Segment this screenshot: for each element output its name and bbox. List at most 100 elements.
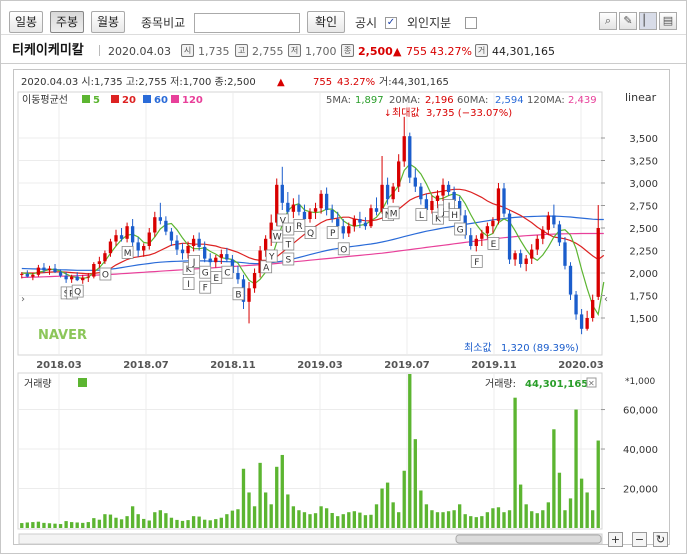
volume-bar [524,504,528,528]
volume-bar [81,522,85,528]
zoom-in-button[interactable]: + [608,532,623,547]
volume-bar [164,513,168,528]
volume-bar [297,510,301,528]
event-marker-label: Y [268,253,275,263]
volume-bar [563,510,567,528]
candle-body [142,246,146,251]
scroll-right-icon[interactable]: ‹ [604,294,608,305]
candle-body [579,314,584,329]
event-marker-label: J [192,258,196,268]
candle-body [491,220,495,227]
candle-body [25,273,29,277]
volume-bar [336,516,340,528]
candle-body [518,253,523,264]
volume-bar [153,512,157,528]
price-tick-label: 1,500 [629,314,658,325]
candle-body [180,249,185,254]
volume-bar [275,466,279,528]
candle-body [513,253,517,260]
event-marker-label: I [187,280,190,290]
ma120-period: 120 [182,95,203,106]
volume-bar [269,504,273,528]
event-marker-label: O [340,245,347,255]
volume-bar [452,510,456,528]
brand-logo: NAVER [38,328,87,343]
candle-body [408,136,412,178]
max-label: 최대값 [392,107,420,119]
candle-body [308,211,312,219]
volume-bar [446,511,451,528]
volume-bar [263,492,268,528]
candle-body [446,184,451,192]
price-volume-chart[interactable]: SRQOMKJIGFECBAYWVUTSRQPONMLKJIHGFE 1,500… [1,1,687,554]
event-marker-label: G [202,269,209,279]
event-marker-label: E [213,274,219,284]
volume-bar [47,523,52,528]
volume-bar [347,512,351,528]
volume-bar [363,515,368,528]
scrollbar-thumb[interactable] [455,534,602,544]
volume-bar [252,506,257,528]
candle-body [64,275,68,280]
candle-body [535,238,539,250]
volume-bar [31,522,35,528]
candle-body [92,264,96,277]
ma-legend-label: 이동평균선 [22,94,68,106]
price-tick-label: 2,000 [629,269,658,280]
volume-bar [291,506,296,528]
candle-body [114,235,118,242]
volume-current-value: 44,301,165 [525,379,588,390]
volume-bar [491,508,495,528]
volume-bar [546,502,551,528]
event-marker-label: W [273,233,282,243]
volume-unit: *1,000 [625,377,656,387]
ma20-period: 20 [122,95,136,106]
candle-body [585,318,589,329]
min-value: 1,320 (89.39%) [501,343,579,354]
volume-bar [352,511,357,528]
date-tick-label: 2019.07 [384,360,430,371]
event-marker-label: O [102,271,109,281]
ma60-label: 60MA: [457,95,488,106]
candle-body [347,226,351,234]
candle-body [208,258,212,263]
summary-text: 2020.04.03 시:1,735 고:2,755 저:1,700 종:2,5… [21,76,256,88]
candle-body [336,219,340,227]
date-tick-label: 2019.03 [297,360,343,371]
scroll-left-icon[interactable]: › [21,294,25,305]
volume-bar [530,511,534,528]
ma60-value: 2,594 [495,95,524,106]
volume-bar [114,517,118,528]
reset-icon[interactable]: ↻ [653,532,668,547]
candle-body [324,193,329,210]
volume-bar [247,492,251,528]
volume-bar [25,522,29,528]
event-marker-label: H [451,211,458,221]
candle-body [380,184,384,212]
zoom-out-button[interactable]: − [632,532,647,547]
candle-body [530,249,534,259]
volume-bar [58,524,63,528]
volume-bar [579,478,584,528]
volume-tick-label: 20,000 [623,485,658,496]
volume-bar [125,516,129,528]
candle-body [186,246,190,254]
candle-body [435,195,440,201]
candle-body [236,273,240,280]
volume-bar [480,516,484,528]
volume-bar [280,454,284,528]
candle-body [53,268,57,273]
candle-body [330,210,334,219]
volume-bar [513,397,517,528]
candle-body [358,219,362,223]
candle-body [214,257,218,263]
volume-bar [191,516,196,528]
price-tick-label: 3,000 [629,179,658,190]
candle-body [42,267,46,271]
volume-bar [230,510,235,528]
volume-bar [313,513,318,528]
candle-body [596,228,600,297]
candle-body [203,246,207,259]
candle-body [397,161,401,187]
scale-label[interactable]: linear [625,91,657,104]
